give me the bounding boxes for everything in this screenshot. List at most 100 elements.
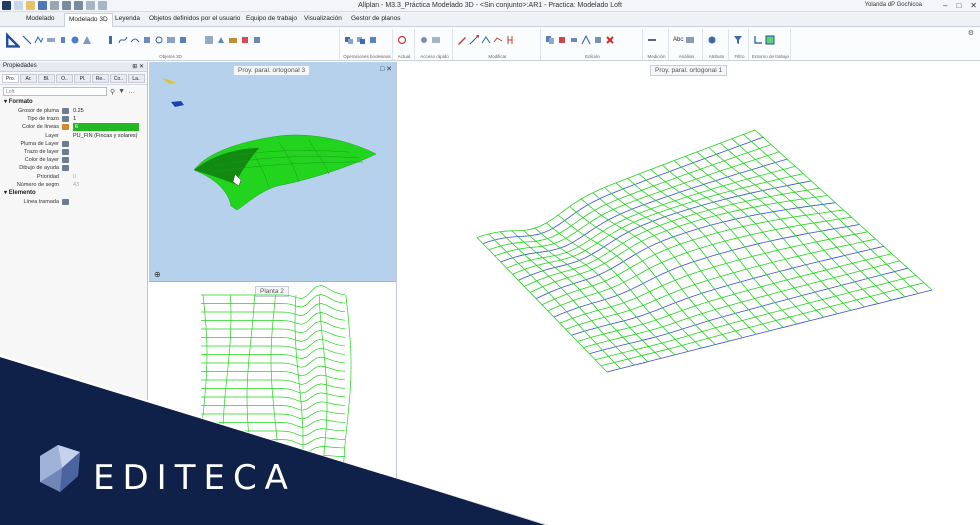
tab-equipo-trabajo[interactable]: Equipo de trabajo [246, 15, 297, 22]
prop-row[interactable]: Pluma de Layer [0, 140, 147, 148]
props-tab[interactable]: Ar. [20, 74, 37, 83]
props-tab[interactable]: Pl. [74, 74, 91, 83]
tab-gestor-planos[interactable]: Gestor de planos [351, 15, 401, 22]
loft-icon[interactable] [130, 35, 140, 45]
delete-icon[interactable] [605, 35, 615, 45]
mesh-line [488, 144, 772, 251]
tab-modelado-3d[interactable]: Modelado 3D [64, 13, 113, 27]
mesh-line [638, 173, 797, 325]
polyline-icon[interactable] [34, 35, 44, 45]
stretch-icon[interactable] [481, 35, 491, 45]
tab-leyenda[interactable]: Leyenda [115, 15, 140, 22]
line-3d-icon[interactable] [22, 35, 32, 45]
shell-icon[interactable] [166, 35, 176, 45]
revolve-icon[interactable] [154, 35, 164, 45]
box-icon[interactable] [178, 35, 188, 45]
prop-row[interactable]: Número de segm 43 [0, 181, 147, 189]
navigation-cube-icon[interactable]: ⊕ [154, 270, 161, 279]
props-tab[interactable]: Re.. [92, 74, 109, 83]
stack-icon[interactable] [142, 35, 152, 45]
mesh-line [201, 419, 346, 428]
measure-icon[interactable] [647, 35, 657, 45]
connect-icon[interactable] [240, 35, 250, 45]
workspace-view-icon[interactable] [765, 35, 775, 45]
attribute-icon[interactable] [707, 35, 717, 45]
prop-row[interactable]: Línea tramada [0, 198, 147, 206]
layers-icon[interactable] [46, 35, 56, 45]
fill-icon[interactable] [204, 35, 214, 45]
draw-3d-icon[interactable] [4, 32, 20, 48]
boolean-intersect-icon[interactable] [368, 35, 378, 45]
cone-icon[interactable] [82, 35, 92, 45]
filter-icon[interactable]: ▼ [118, 88, 125, 95]
view-icon[interactable] [431, 35, 441, 45]
prop-row[interactable]: Grosor de pluma 0.25 [0, 107, 147, 115]
boolean-subtract-icon[interactable] [356, 35, 366, 45]
modify-point-icon[interactable] [469, 35, 479, 45]
prop-row[interactable]: Trazo de layer [0, 148, 147, 156]
minimize-icon[interactable]: – [943, 1, 947, 10]
group-objetos-3d: Objetos 3D [2, 29, 340, 60]
mesh-line [201, 285, 346, 299]
section-elemento[interactable]: ▾ Elemento [0, 189, 147, 198]
wall-icon[interactable] [106, 35, 116, 45]
scale-icon[interactable] [581, 35, 591, 45]
pin-close-icon[interactable]: ⊞ ✕ [132, 63, 144, 70]
sphere-icon[interactable] [70, 35, 80, 45]
ribbon-settings-icon[interactable]: ⚙ [968, 29, 974, 37]
prop-row[interactable]: Color de líneas 6 [0, 123, 147, 132]
group-modificar: Modificar [455, 29, 541, 60]
prop-row[interactable]: Tipo de trazo 1 [0, 115, 147, 123]
props-tab[interactable]: O.. [56, 74, 73, 83]
user-name[interactable]: Yolanda dP Gochicoa [865, 2, 922, 8]
props-tab[interactable]: La.. [128, 74, 145, 83]
tab-modelado[interactable]: Modelado [26, 15, 55, 22]
array-icon[interactable] [593, 35, 603, 45]
props-tab[interactable]: Pro. [2, 74, 19, 83]
maximize-icon[interactable]: □ [956, 1, 961, 10]
group-label: Operaciones booleanas [343, 54, 391, 59]
tab-visualizacion[interactable]: Visualización [304, 15, 342, 22]
quick-access-icon[interactable] [419, 35, 429, 45]
prop-row[interactable]: Dibujo de ayuda [0, 164, 147, 172]
prop-row[interactable]: Prioridad 0 [0, 173, 147, 181]
more-icon[interactable]: … [128, 88, 135, 95]
extrude-icon[interactable] [216, 35, 226, 45]
mesh-line [201, 303, 346, 317]
tab-objetos-usuario[interactable]: Objetos definidos por el usuario [149, 15, 240, 22]
rotate-icon[interactable] [569, 35, 579, 45]
surface-icon[interactable] [228, 35, 238, 45]
mirror-icon[interactable] [505, 35, 515, 45]
spline-icon[interactable] [118, 35, 128, 45]
left-viewports: Proy. paral. ortogonal 3 □ ✕ ⊕ Planta 2 [149, 62, 397, 525]
filter-icon[interactable] [733, 35, 743, 45]
move-icon[interactable] [557, 35, 567, 45]
offset-icon[interactable] [493, 35, 503, 45]
mesh-line [201, 410, 346, 420]
props-tab[interactable]: Bl. [38, 74, 55, 83]
mesh-line [506, 166, 796, 269]
section-formato[interactable]: ▾ Formato [0, 98, 147, 107]
group-entorno-trabajo: Entorno de trabajo [751, 29, 791, 60]
copy-icon[interactable] [545, 35, 555, 45]
color-swatch[interactable]: 6 [73, 123, 139, 132]
refresh-icon[interactable] [397, 35, 407, 45]
prop-row[interactable]: Layer PU_FIN (Fincas y solares) [0, 132, 147, 140]
boolean-union-icon[interactable] [344, 35, 354, 45]
layer-color-icon [62, 157, 69, 164]
prop-row[interactable]: Color de layer [0, 156, 147, 164]
close-icon[interactable]: ✕ [970, 1, 977, 10]
workspace-axes-icon[interactable] [753, 35, 763, 45]
search-icon[interactable]: ⚲ [110, 88, 115, 96]
analysis-icon[interactable] [685, 35, 695, 45]
properties-palette: Propiedades ⊞ ✕ Pro. Ar. Bl. O.. Pl. Re.… [0, 62, 148, 525]
edit-pen-icon[interactable] [457, 35, 467, 45]
viewport-ortho-1[interactable]: Proy. paral. ortogonal 1 [397, 62, 980, 525]
element-type-select[interactable]: Loft [3, 87, 107, 96]
trim-icon[interactable] [252, 35, 262, 45]
props-tab[interactable]: Co.. [110, 74, 127, 83]
viewport-ortho-3[interactable]: Proy. paral. ortogonal 3 □ ✕ ⊕ [149, 62, 396, 282]
text-abc-icon[interactable]: Abc [673, 37, 683, 43]
mesh-line [201, 437, 346, 446]
cylinder-icon[interactable] [58, 35, 68, 45]
